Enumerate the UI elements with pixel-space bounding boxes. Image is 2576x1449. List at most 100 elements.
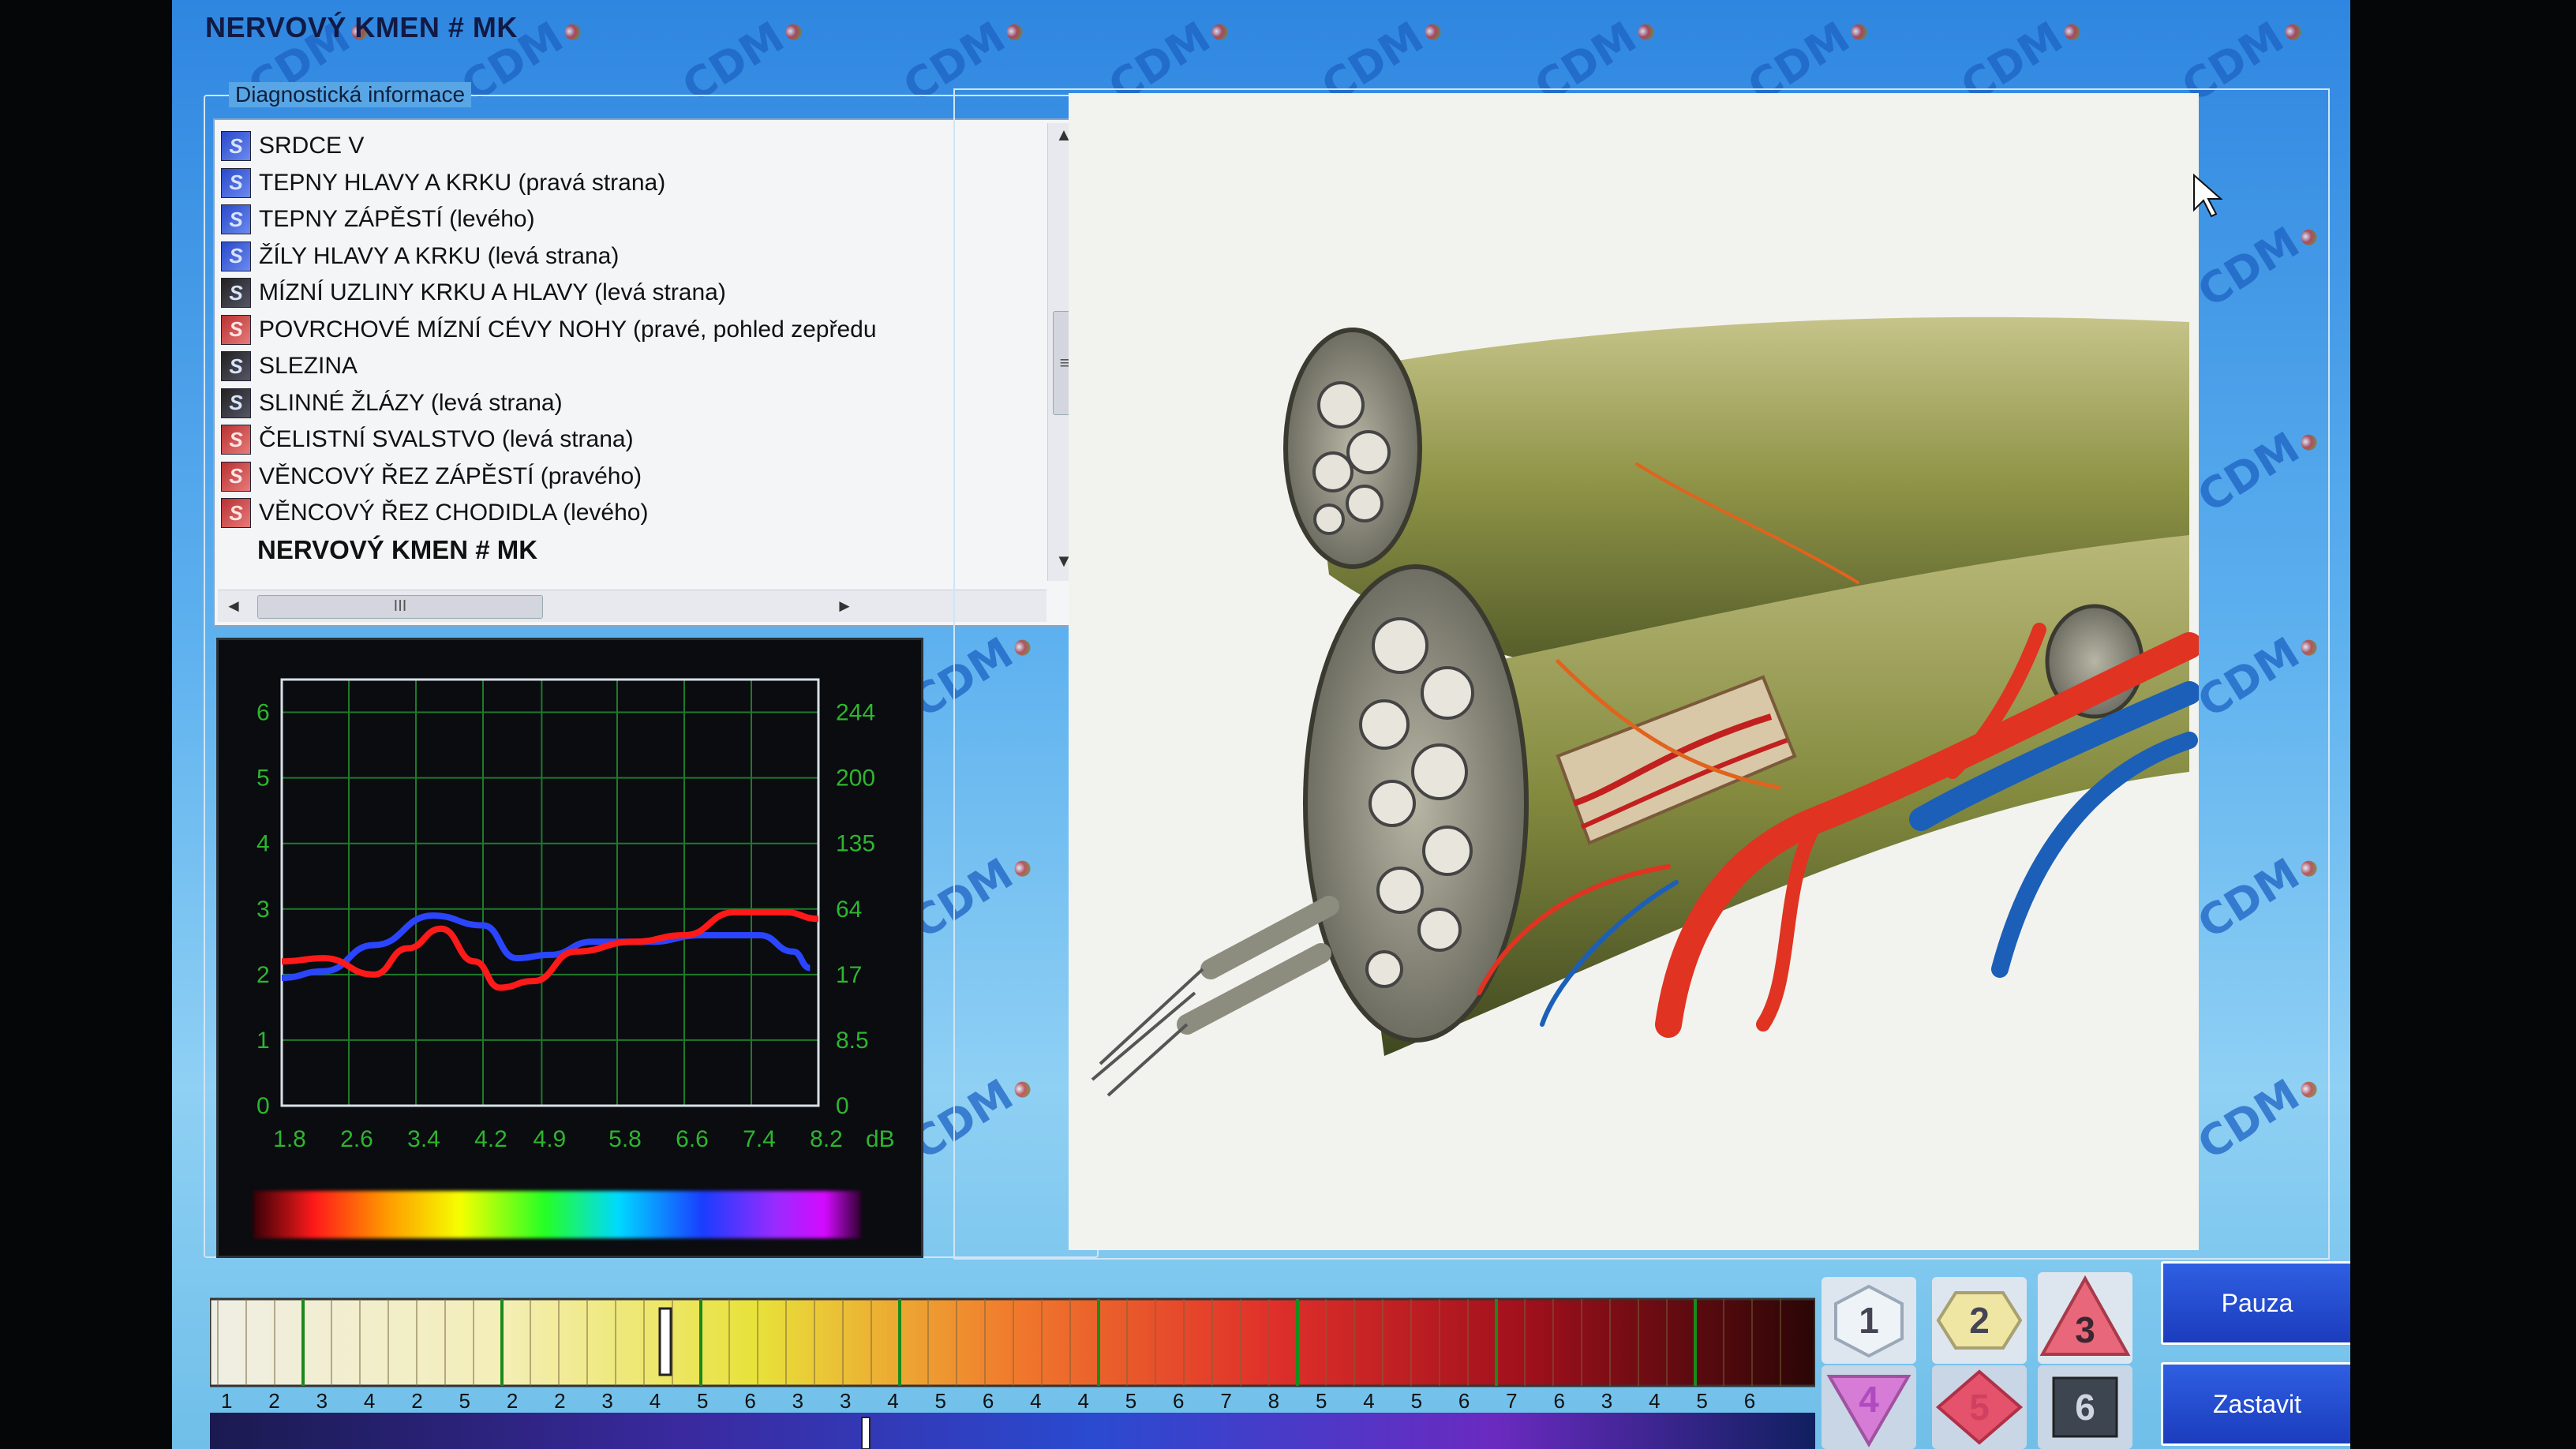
list-item[interactable]: S SLEZINA (221, 348, 1034, 385)
status-s-icon: S (221, 498, 251, 529)
logo-ball-icon (782, 21, 805, 43)
scale-number-label: 8 (1268, 1389, 1279, 1413)
list-item[interactable]: NERVOVÝ KMEN # MK (221, 532, 1034, 569)
level-3-button[interactable]: 3 (2038, 1272, 2132, 1364)
y-right-tick-label: 17 (836, 962, 862, 988)
list-items: S SRDCE V S TEPNY HLAVY A KRKU (pravá stran… (221, 128, 1034, 586)
list-item[interactable]: S ČELISTNÍ SVALSTVO (levá strana) (221, 421, 1034, 459)
list-item-label: VĚNCOVÝ ŘEZ CHODIDLA (levého) (259, 500, 649, 526)
scale-number-label: 5 (935, 1389, 946, 1413)
list-item[interactable]: S SRDCE V (221, 128, 1034, 165)
status-s-icon: S (221, 314, 251, 345)
level-5-label: 5 (1969, 1387, 1990, 1428)
x-tick-label: 6.6 (676, 1126, 709, 1152)
line-chart: 0 1 2 3 4 5 6 0 8.5 17 64 135 200 244 1.8 2.6 3.4 4.2 4.9 5… (256, 678, 895, 1152)
y-right-tick-label: 135 (836, 831, 875, 857)
logo-ball-icon (2061, 21, 2084, 43)
list-item[interactable]: S ŽÍLY HLAVY A KRKU (levá strana) (221, 238, 1034, 275)
scroll-right-icon[interactable]: ► (830, 590, 859, 622)
scale-number-label: 7 (1506, 1389, 1517, 1413)
logo-ball-icon (1421, 21, 1444, 43)
scale-marker-lower (861, 1417, 871, 1449)
list-item-label: TEPNY ZÁPĚSTÍ (levého) (259, 206, 535, 233)
list-item-label: TEPNY HLAVY A KRKU (pravá strana) (259, 169, 666, 196)
chart-panel: 0 1 2 3 4 5 6 0 8.5 17 64 135 200 244 1.8 2.6 3.4 4.2 4.9 5… (216, 638, 923, 1258)
x-tick-label: 4.2 (474, 1126, 507, 1152)
y-right-tick-label: 200 (836, 766, 875, 792)
level-4-label: 4 (1859, 1379, 1879, 1420)
status-s-icon (221, 536, 249, 564)
frequency-scale: 1 2 3 4 2 5 2 2 3 4 5 6 3 3 4 5 6 4 4 5 6 7 8 5 4 5 6 7 6 3 4 5 6 (210, 1297, 1815, 1449)
list-item-label: ŽÍLY HLAVY A KRKU (levá strana) (259, 242, 620, 269)
nerve-trunk-illustration (1091, 316, 2199, 1097)
y-right-tick-label: 244 (836, 700, 875, 726)
level-6-button[interactable]: 6 (2038, 1365, 2132, 1449)
logo-ball-icon (1634, 21, 1657, 43)
y-right-tick-label: 64 (836, 897, 862, 923)
list-item-label: SLEZINA (259, 353, 358, 380)
x-tick-label: 3.4 (407, 1126, 440, 1152)
scale-number-label: 5 (1411, 1389, 1422, 1413)
pause-button[interactable]: Pauza (2161, 1261, 2350, 1345)
scale-marker (658, 1307, 672, 1376)
x-tick-label: 7.4 (743, 1126, 776, 1152)
mouse-cursor-icon (2193, 174, 2223, 218)
scale-lower-band (210, 1413, 1815, 1449)
level-2-label: 2 (1969, 1300, 1990, 1341)
logo-ball-icon (2282, 21, 2305, 43)
scale-number-label: 5 (1316, 1389, 1327, 1413)
scale-number-label: 6 (1553, 1389, 1564, 1413)
list-item[interactable]: S TEPNY HLAVY A KRKU (pravá strana) (221, 165, 1034, 202)
status-s-icon: S (221, 167, 251, 198)
level-1-button[interactable]: 1 (1822, 1277, 1916, 1364)
y-left-tick-label: 0 (256, 1093, 270, 1119)
status-s-icon: S (221, 388, 251, 418)
scale-number-label: 2 (411, 1389, 422, 1413)
list-item-label: SLINNÉ ŽLÁZY (levá strana) (259, 389, 563, 416)
y-left-tick-label: 3 (256, 897, 270, 923)
stop-button[interactable]: Zastavit (2161, 1362, 2350, 1446)
list-item-label: NERVOVÝ KMEN # MK (257, 534, 538, 564)
scale-number-label: 4 (364, 1389, 375, 1413)
horizontal-scroll-thumb[interactable]: III (257, 595, 543, 619)
level-5-button[interactable]: 5 (1932, 1365, 2027, 1449)
x-tick-label: 2.6 (340, 1126, 373, 1152)
scroll-left-icon[interactable]: ◄ (219, 590, 248, 622)
list-item-label: VĚNCOVÝ ŘEZ ZÁPĚSTÍ (pravého) (259, 462, 642, 489)
scale-number-label: 6 (1458, 1389, 1470, 1413)
list-item[interactable]: S VĚNCOVÝ ŘEZ CHODIDLA (levého) (221, 495, 1034, 532)
logo-ball-icon (1848, 21, 1870, 43)
list-item[interactable]: S MÍZNÍ UZLINY KRKU A HLAVY (levá strana) (221, 275, 1034, 312)
scale-number-label: 3 (316, 1389, 328, 1413)
level-3-label: 3 (2075, 1309, 2095, 1350)
horizontal-scrollbar[interactable]: ◄ III ► (218, 590, 1046, 622)
status-s-icon: S (221, 241, 251, 271)
level-4-button[interactable]: 4 (1822, 1365, 1916, 1449)
scale-number-label: 3 (792, 1389, 803, 1413)
status-s-icon: S (221, 131, 251, 162)
scale-number-label: 3 (601, 1389, 612, 1413)
scale-number-label: 6 (1173, 1389, 1184, 1413)
series-line-blue (281, 912, 811, 981)
y-right-tick-label: 0 (836, 1093, 849, 1119)
logo-ball-icon (1003, 21, 1026, 43)
scale-number-label: 4 (1077, 1389, 1088, 1413)
list-item[interactable]: S SLINNÉ ŽLÁZY (levá strana) (221, 385, 1034, 422)
x-tick-label: 5.8 (608, 1126, 642, 1152)
level-2-button[interactable]: 2 (1932, 1277, 2027, 1364)
x-tick-label: 4.9 (534, 1126, 567, 1152)
anatomy-image (1069, 93, 2199, 1250)
scale-number-label: 4 (1363, 1389, 1374, 1413)
list-item[interactable]: S POVRCHOVÉ MÍZNÍ CÉVY NOHY (pravé, pohle… (221, 312, 1034, 349)
groupbox-label: Diagnostická informace (229, 82, 472, 107)
scale-number-label: 4 (1649, 1389, 1660, 1413)
window-title: NERVOVÝ KMEN # MK (205, 11, 518, 43)
scale-number-label: 2 (268, 1389, 279, 1413)
list-item[interactable]: S VĚNCOVÝ ŘEZ ZÁPĚSTÍ (pravého) (221, 459, 1034, 496)
scale-number-label: 5 (697, 1389, 708, 1413)
list-item[interactable]: S TEPNY ZÁPĚSTÍ (levého) (221, 201, 1034, 238)
app-screen: CDM CDM CDM CDM CDM CDM CDM CDM CDM CDM CDM CDM CDM C… (172, 0, 2350, 1449)
list-item-label: SRDCE V (259, 133, 365, 159)
y-left-tick-label: 4 (256, 831, 270, 857)
scale-number-label: 4 (650, 1389, 661, 1413)
